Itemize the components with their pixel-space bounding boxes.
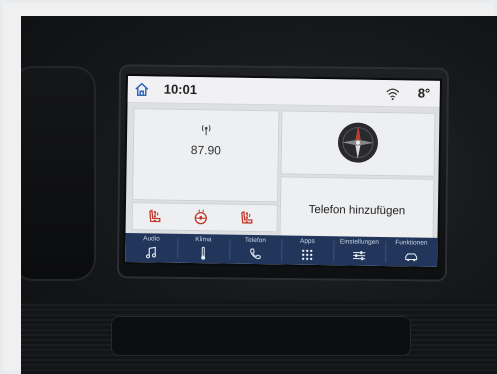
bottom-nav: Audio Klima Telefon Apps Einstellungen F…: [125, 232, 438, 267]
seat-heat-right-button[interactable]: [233, 207, 277, 230]
clock: 10:01: [163, 81, 198, 98]
radio-frequency: 87.90: [190, 142, 221, 158]
phone-card[interactable]: Telefon hinzufügen: [279, 176, 435, 245]
nav-einstellungen[interactable]: Einstellungen: [333, 236, 385, 266]
nav-label: Funktionen: [395, 239, 428, 247]
compass-icon: [337, 122, 378, 163]
photo-frame: 10:01 8° 87.90 Telefon hinzufügen Audio …: [0, 0, 497, 374]
nav-label: Apps: [299, 237, 315, 245]
nav-label: Einstellungen: [339, 238, 379, 246]
status-bar: 10:01 8°: [127, 76, 440, 108]
nav-apps[interactable]: Apps: [281, 235, 333, 265]
nav-audio[interactable]: Audio: [125, 233, 177, 263]
nav-label: Audio: [143, 235, 160, 243]
sliders-icon: [353, 251, 366, 261]
radio-signal-icon: [201, 124, 211, 136]
nav-klima[interactable]: Klima: [177, 234, 229, 264]
car-icon: [405, 253, 418, 262]
infotainment-screen: 10:01 8° 87.90 Telefon hinzufügen Audio …: [125, 76, 440, 267]
air-vent: [21, 66, 96, 281]
wifi-icon: [386, 88, 400, 101]
steering-wheel-heat-button[interactable]: [187, 206, 231, 229]
thermometer-icon: [201, 246, 206, 260]
phone-icon: [250, 248, 261, 260]
more-dots-icon: [153, 210, 157, 223]
home-icon[interactable]: [134, 81, 150, 97]
more-dots-icon: [245, 212, 249, 224]
nav-telefon[interactable]: Telefon: [229, 235, 281, 265]
audio-card[interactable]: 87.90: [132, 108, 280, 203]
apps-grid-icon: [301, 249, 313, 261]
nav-label: Telefon: [244, 236, 266, 245]
outside-temperature: 8°: [417, 85, 431, 101]
dot-indicator: [199, 215, 203, 219]
nav-label: Klima: [195, 236, 212, 244]
music-note-icon: [145, 246, 156, 259]
seat-heat-left-button[interactable]: [141, 205, 185, 228]
climate-controls: [131, 202, 279, 233]
compass-card[interactable]: [280, 110, 436, 177]
add-phone-label: Telefon hinzufügen: [308, 203, 406, 218]
console-tray: [111, 316, 411, 356]
nav-funktionen[interactable]: Funktionen: [385, 237, 437, 267]
